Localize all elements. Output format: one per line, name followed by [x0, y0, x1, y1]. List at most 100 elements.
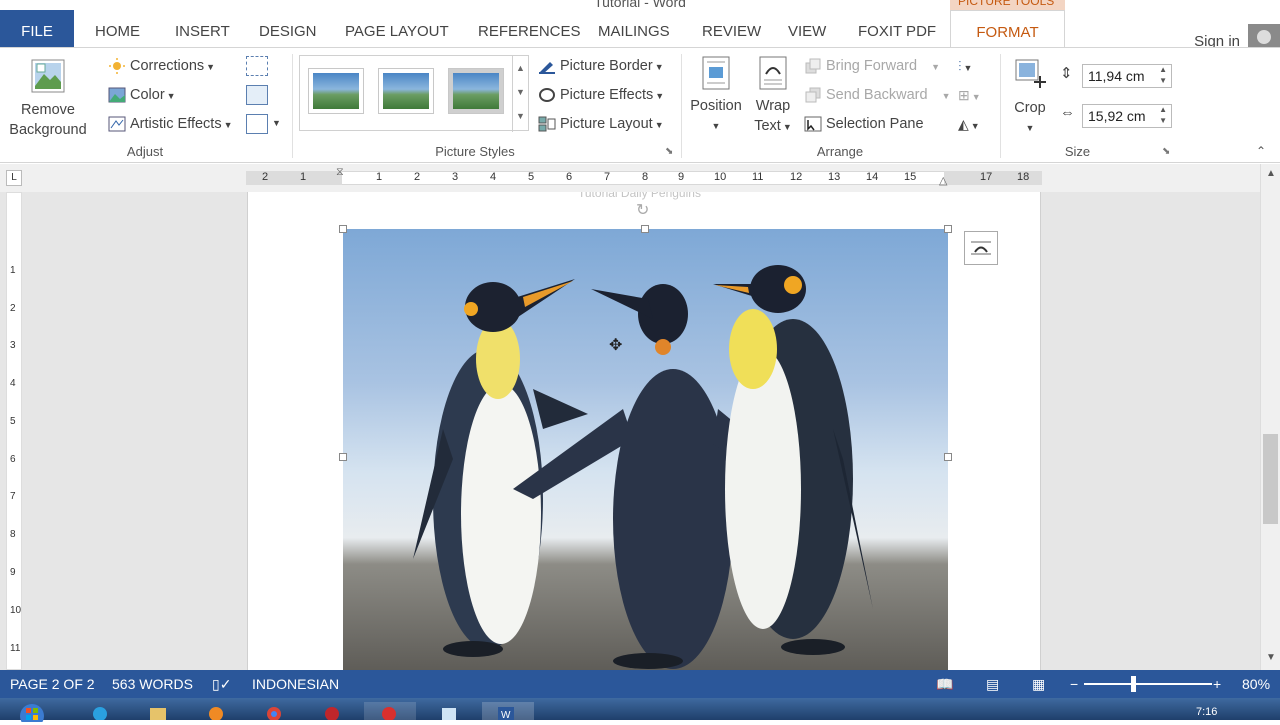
right-indent-icon[interactable]: △: [939, 174, 947, 187]
document-page[interactable]: Tutorial Daily Penguins ↻ ✥: [247, 192, 1041, 670]
shape-width-value: 15,92 cm: [1088, 108, 1146, 124]
picture-effects-icon: [538, 87, 556, 103]
ruler-number: 11: [752, 171, 764, 183]
shape-height-input[interactable]: 11,94 cm ▲ ▼: [1082, 64, 1172, 88]
scroll-thumb[interactable]: [1263, 434, 1278, 524]
change-picture-button[interactable]: [246, 85, 268, 105]
app-icon[interactable]: [424, 702, 476, 720]
tab-mailings[interactable]: MAILINGS: [598, 10, 670, 48]
tab-page-layout[interactable]: PAGE LAYOUT: [345, 10, 449, 48]
picture-style-thumb[interactable]: [448, 68, 504, 114]
picture-border-button[interactable]: Picture Border ▼: [538, 58, 664, 75]
height-spinner-icon[interactable]: ▲ ▼: [1159, 64, 1167, 86]
group-button[interactable]: ⊞ ▼: [958, 87, 981, 104]
tab-file[interactable]: FILE: [0, 10, 74, 48]
reset-picture-button[interactable]: [246, 114, 268, 134]
print-layout-icon[interactable]: ▤: [986, 676, 999, 693]
resize-handle[interactable]: [339, 453, 347, 461]
tab-references[interactable]: REFERENCES: [478, 10, 581, 48]
start-button[interactable]: [14, 702, 54, 725]
layout-options-button[interactable]: [964, 231, 998, 265]
indent-marker-icon[interactable]: ⧖: [336, 166, 344, 179]
ruler-number: 3: [452, 171, 459, 183]
scroll-down-icon[interactable]: ▼: [1261, 652, 1280, 668]
crop-button[interactable]: Crop ▼: [1008, 56, 1052, 138]
artistic-effects-button[interactable]: Artistic Effects ▼: [108, 116, 233, 132]
selection-pane-button[interactable]: Selection Pane: [804, 116, 924, 132]
picture-effects-button[interactable]: Picture Effects ▼: [538, 87, 664, 103]
tab-review[interactable]: REVIEW: [702, 10, 761, 48]
remove-background-icon: [31, 59, 65, 93]
position-button[interactable]: Position ▼: [686, 56, 746, 136]
tab-format[interactable]: FORMAT: [950, 10, 1065, 48]
picture-layout-button[interactable]: Picture Layout ▼: [538, 116, 664, 132]
rotate-button[interactable]: ◭ ▼: [958, 116, 980, 133]
compress-pictures-button[interactable]: [246, 56, 268, 76]
corrections-button[interactable]: Corrections ▼: [108, 58, 215, 75]
gallery-scroll[interactable]: ▲ ▼ ▼: [512, 56, 528, 132]
ruler-number: 1: [376, 171, 383, 183]
taskbar-clock[interactable]: 7:16: [1196, 706, 1217, 718]
tab-home[interactable]: HOME: [95, 10, 140, 48]
zoom-slider[interactable]: [1084, 683, 1212, 685]
color-label: Color: [130, 87, 165, 103]
position-label: Position: [690, 98, 742, 114]
dialog-launcher-icon[interactable]: ⬊: [1162, 146, 1170, 157]
rotate-handle-icon[interactable]: ↻: [636, 200, 649, 220]
shape-height-value: 11,94 cm: [1088, 68, 1145, 84]
read-mode-icon[interactable]: 📖: [936, 676, 953, 693]
send-backward-button[interactable]: Send Backward ▼: [804, 87, 950, 103]
color-button[interactable]: Color ▼: [108, 87, 176, 103]
remove-background-button[interactable]: Remove Background: [5, 58, 91, 140]
group-divider: [681, 54, 682, 158]
vertical-scrollbar[interactable]: ▲ ▼: [1260, 164, 1280, 670]
page-count[interactable]: PAGE 2 OF 2: [10, 676, 95, 692]
explorer-icon[interactable]: [148, 702, 188, 720]
resize-handle[interactable]: [944, 453, 952, 461]
tab-foxit-pdf[interactable]: FOXIT PDF: [858, 10, 936, 48]
penguins-illustration: [413, 265, 873, 669]
align-button[interactable]: ⫶ ▼: [958, 58, 972, 75]
chrome-icon[interactable]: [264, 702, 304, 721]
penguins-picture[interactable]: ✥: [343, 229, 948, 670]
language-indicator[interactable]: INDONESIAN: [252, 676, 339, 692]
word-taskbar-icon[interactable]: W: [482, 702, 534, 721]
app-icon[interactable]: [322, 702, 362, 721]
taskbar: W 7:16: [0, 698, 1280, 725]
vruler-number: 3: [10, 340, 16, 351]
picture-tools-context: PICTURE TOOLS: [950, 0, 1065, 10]
zoom-level[interactable]: 80%: [1242, 676, 1270, 692]
zoom-in-icon[interactable]: +: [1213, 676, 1221, 692]
zoom-out-icon[interactable]: −: [1070, 676, 1078, 692]
picture-style-thumb[interactable]: [308, 68, 364, 114]
resize-handle[interactable]: [641, 225, 649, 233]
collapse-ribbon-icon[interactable]: ⌃: [1256, 144, 1266, 158]
ruler-number: 2: [414, 171, 421, 183]
window-title: Tutorial - Word: [594, 0, 686, 10]
reset-picture-chevron-icon[interactable]: ▼: [272, 118, 281, 128]
wrap-text-button[interactable]: Wrap Text ▼: [748, 56, 798, 137]
scroll-up-icon[interactable]: ▲: [1261, 168, 1280, 184]
tab-view[interactable]: VIEW: [788, 10, 826, 48]
web-layout-icon[interactable]: ▦: [1032, 676, 1045, 693]
picture-styles-gallery: ▲ ▼ ▼: [299, 55, 529, 132]
resize-handle[interactable]: [944, 225, 952, 233]
tab-selector[interactable]: L: [6, 170, 22, 186]
width-spinner-icon[interactable]: ▲ ▼: [1159, 104, 1167, 126]
word-count[interactable]: 563 WORDS: [112, 676, 193, 692]
proofing-icon[interactable]: ▯✓: [212, 676, 231, 693]
tab-design[interactable]: DESIGN: [259, 10, 317, 48]
bring-forward-button[interactable]: Bring Forward ▼: [804, 58, 940, 74]
tab-insert[interactable]: INSERT: [175, 10, 230, 48]
ruler-margin-left: [246, 171, 342, 185]
picture-style-thumb[interactable]: [378, 68, 434, 114]
media-player-icon[interactable]: [206, 702, 246, 721]
app-icon[interactable]: [364, 702, 416, 721]
ie-icon[interactable]: [90, 702, 130, 721]
resize-handle[interactable]: [339, 225, 347, 233]
vruler-number: 9: [10, 567, 16, 578]
shape-width-input[interactable]: 15,92 cm ▲ ▼: [1082, 104, 1172, 128]
ruler-number: 14: [866, 171, 879, 183]
dialog-launcher-icon[interactable]: ⬊: [665, 146, 673, 157]
zoom-slider-thumb[interactable]: [1131, 676, 1136, 692]
